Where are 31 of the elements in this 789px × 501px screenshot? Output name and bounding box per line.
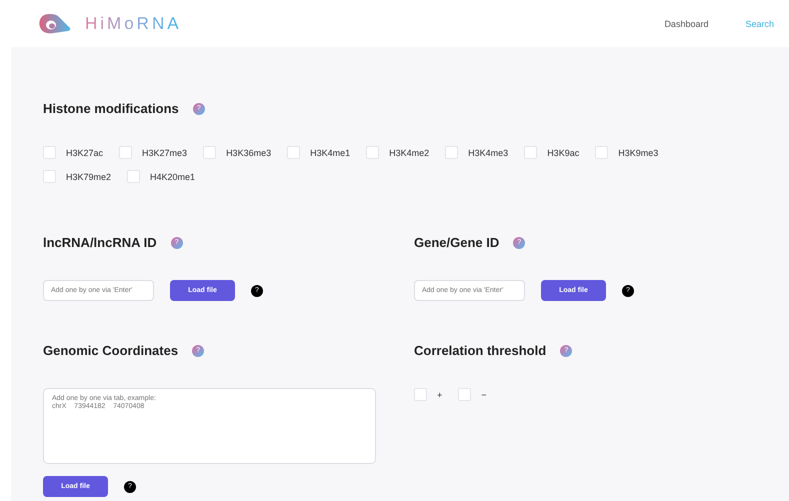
checkbox[interactable] [43, 146, 56, 159]
checkbox[interactable] [119, 146, 132, 159]
checkbox[interactable] [127, 170, 140, 183]
checkbox-label: H3K4me2 [389, 148, 430, 158]
checkbox[interactable] [524, 146, 538, 159]
checkbox[interactable] [366, 146, 380, 159]
checkbox[interactable] [287, 146, 300, 159]
logo-icon [38, 12, 71, 34]
checkbox[interactable] [43, 170, 56, 183]
checkbox[interactable] [203, 146, 216, 159]
section-title: Histone modifications [43, 101, 179, 116]
checkbox-label: + [437, 390, 442, 400]
checkbox-label: H3K27me3 [142, 148, 188, 158]
checkbox[interactable] [458, 388, 472, 401]
section-title: Genomic Coordinates [43, 343, 178, 358]
checkbox-label: H4K20me1 [150, 172, 196, 182]
checkbox[interactable] [595, 146, 608, 159]
checkbox-label: H3K27ac [66, 148, 104, 158]
checkbox-label: H3K9me3 [618, 148, 658, 158]
checkbox-label: H3K36me3 [226, 148, 272, 158]
nav-link[interactable]: Dashboard [664, 18, 708, 28]
section-title: lncRNA/lncRNA ID [43, 235, 157, 250]
checkbox-label: H3K79me2 [66, 172, 112, 182]
section-title: Gene/Gene ID [414, 235, 500, 250]
checkbox-label: H3K4me1 [310, 148, 350, 158]
checkbox[interactable] [414, 388, 427, 401]
checkbox[interactable] [445, 146, 458, 159]
checkbox-label: − [481, 390, 487, 400]
checkbox-label: H3K4me3 [468, 148, 508, 158]
section-title: Correlation threshold [414, 343, 546, 358]
checkbox-label: H3K9ac [547, 148, 580, 158]
